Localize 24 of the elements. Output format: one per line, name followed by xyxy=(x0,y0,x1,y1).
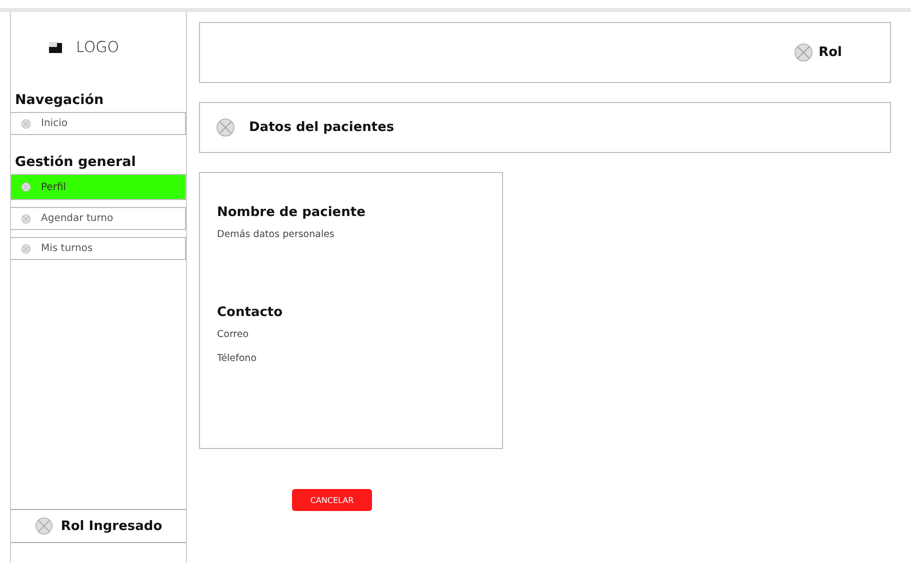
role-label: Rol xyxy=(818,45,842,60)
nav-item[interactable]: Perfil xyxy=(11,174,186,200)
section-heading: Navegación xyxy=(14,92,105,108)
placeholder-icon xyxy=(34,517,53,535)
placeholder-icon xyxy=(21,118,31,128)
section-heading: Contacto xyxy=(217,305,283,320)
placeholder-icon xyxy=(794,43,813,62)
nav-item[interactable]: Mis turnos xyxy=(11,237,186,260)
logo-text: LOGO xyxy=(76,38,120,56)
info-text: Correo xyxy=(217,329,249,340)
info-text: Télefono xyxy=(217,353,257,364)
section-heading: Gestión general xyxy=(14,154,137,170)
section-heading: Nombre de paciente xyxy=(217,205,366,220)
logo-icon xyxy=(49,42,62,52)
nav-item[interactable]: Inicio xyxy=(11,112,186,135)
placeholder-icon xyxy=(216,118,235,137)
role-label: Rol Ingresado xyxy=(60,518,162,534)
nav-item[interactable]: Agendar turno xyxy=(11,207,186,230)
info-text: Demás datos personales xyxy=(217,229,334,240)
placeholder-icon xyxy=(21,244,31,254)
page-title: Datos del pacientes xyxy=(249,120,394,135)
placeholder-icon xyxy=(21,182,31,192)
cancel-button[interactable]: CANCELAR xyxy=(292,489,372,511)
placeholder-icon xyxy=(21,214,31,224)
